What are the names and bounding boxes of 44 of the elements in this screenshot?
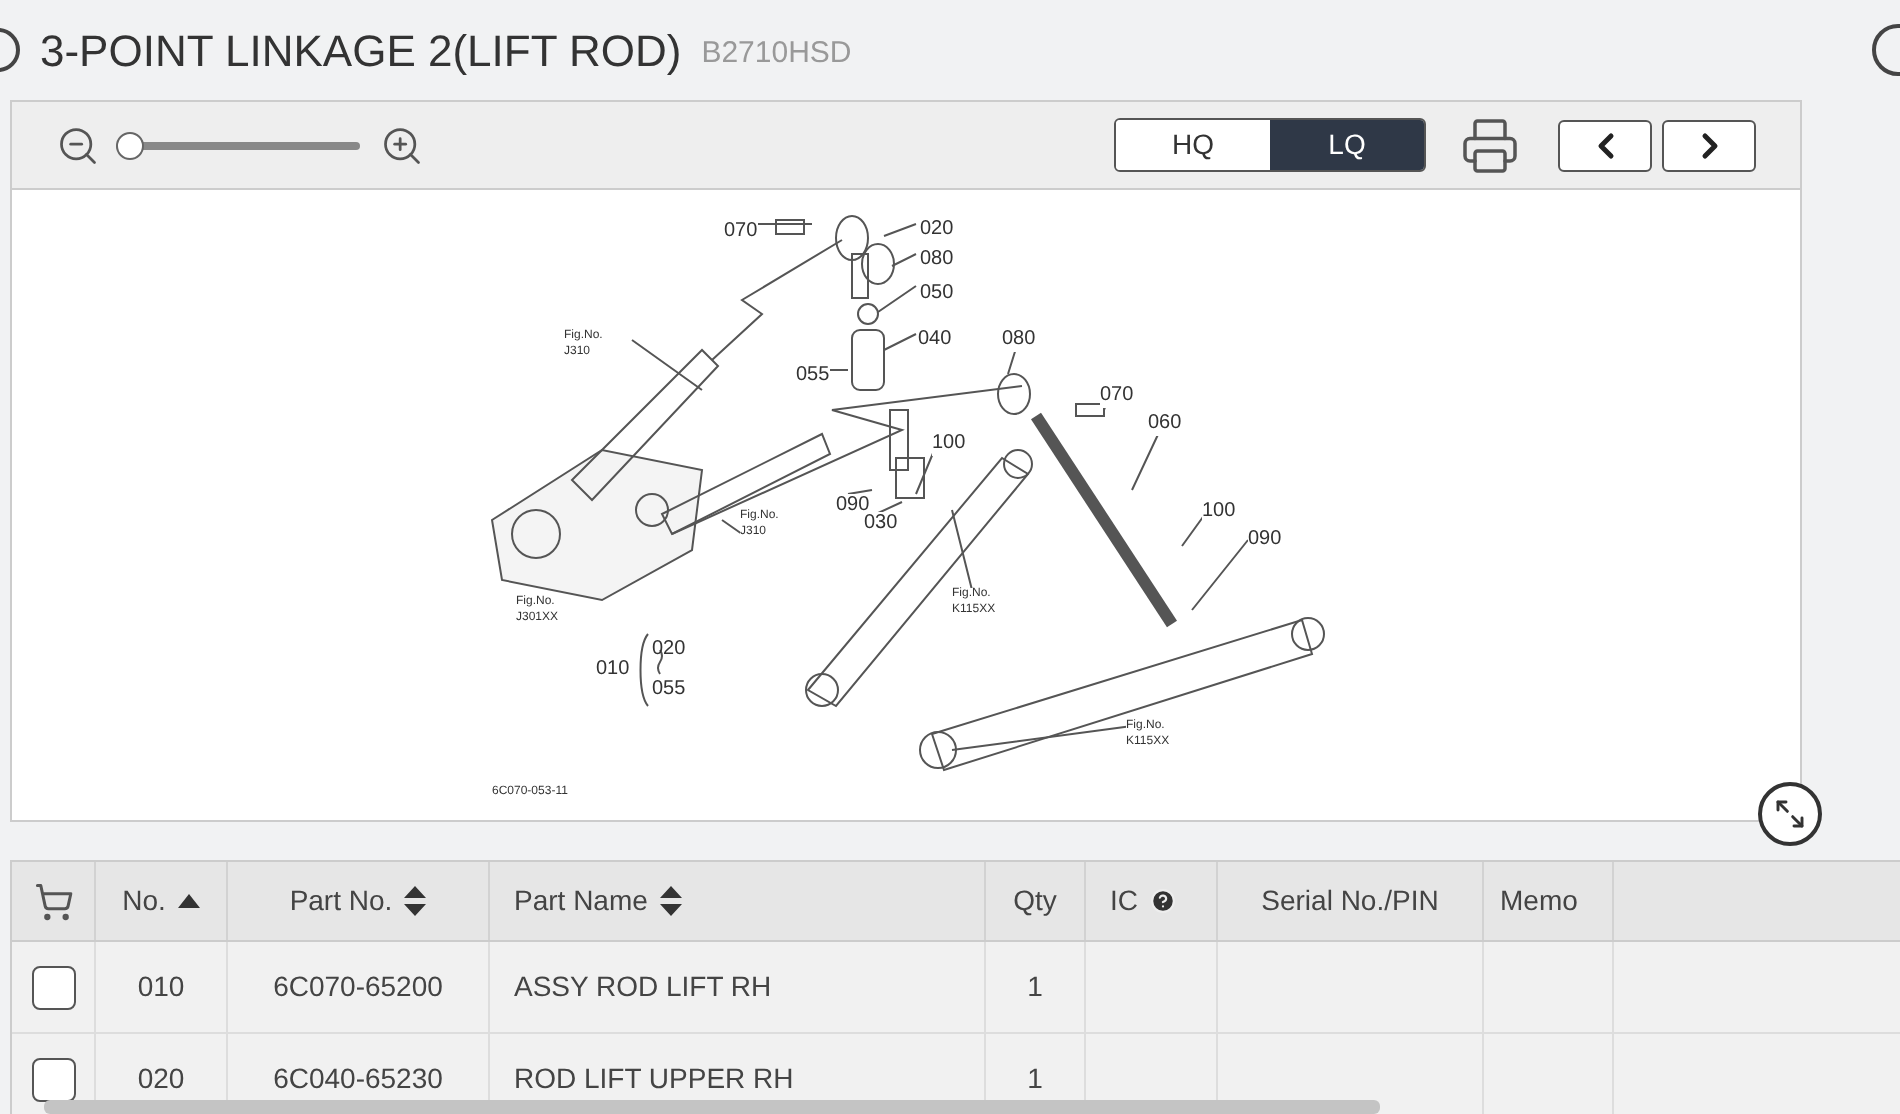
callout-label: 100: [932, 432, 966, 456]
callout-label: 060: [1148, 412, 1182, 436]
zoom-slider[interactable]: [116, 131, 360, 159]
column-header[interactable]: Memo: [1500, 880, 1578, 922]
column-header[interactable]: No.: [122, 880, 166, 922]
previous-button[interactable]: [1558, 119, 1652, 171]
table-cell-text: 1: [1027, 968, 1043, 1006]
quality-tab[interactable]: LQ: [1270, 120, 1424, 170]
quality-tab[interactable]: HQ: [1116, 120, 1270, 170]
table-cell-text: ROD LIFT UPPER RH: [514, 1060, 794, 1098]
assembly-number: 010: [596, 658, 630, 682]
sort-ascending-icon: [177, 894, 200, 908]
row-checkbox[interactable]: [31, 1057, 75, 1101]
slider-thumb[interactable]: [116, 131, 144, 159]
assembly-start-number: 020: [652, 638, 686, 662]
column-header[interactable]: Qty: [1013, 880, 1057, 922]
model-name: B2710HSD: [701, 33, 852, 74]
table-cell-text: 020: [137, 1060, 185, 1098]
horizontal-scrollbar[interactable]: [44, 1100, 1380, 1114]
sort-icon: [404, 886, 427, 916]
table-cell-text: 1: [1027, 1060, 1043, 1098]
cart-icon: [33, 881, 73, 921]
row-checkbox[interactable]: [31, 965, 75, 1009]
next-button[interactable]: [1662, 119, 1756, 171]
callout-label: 100: [1202, 500, 1236, 524]
column-header[interactable]: Part No.: [289, 880, 393, 922]
assembly-end-number: 055: [652, 678, 686, 702]
print-icon[interactable]: [1460, 115, 1520, 175]
expand-button[interactable]: [1758, 782, 1822, 846]
table-cell-text: 6C040-65230: [273, 1060, 443, 1098]
table-cell-text: 010: [137, 968, 185, 1006]
callout-label: 070: [1100, 384, 1134, 408]
sort-icon: [659, 886, 682, 916]
page-title: 3-POINT LINKAGE 2(LIFT ROD): [40, 23, 682, 79]
column-header[interactable]: IC: [1110, 880, 1138, 922]
expand-icon: [1774, 798, 1806, 830]
zoom-out-icon[interactable]: [56, 123, 100, 167]
table-cell-text: 6C070-65200: [273, 968, 443, 1006]
column-header[interactable]: Part Name: [514, 880, 648, 922]
column-header[interactable]: Serial No./PIN: [1261, 880, 1439, 922]
zoom-in-icon[interactable]: [380, 123, 424, 167]
callout-label: 080: [1002, 328, 1036, 352]
help-icon: [1150, 888, 1176, 914]
table-cell-text: ASSY ROD LIFT RH: [514, 968, 772, 1006]
